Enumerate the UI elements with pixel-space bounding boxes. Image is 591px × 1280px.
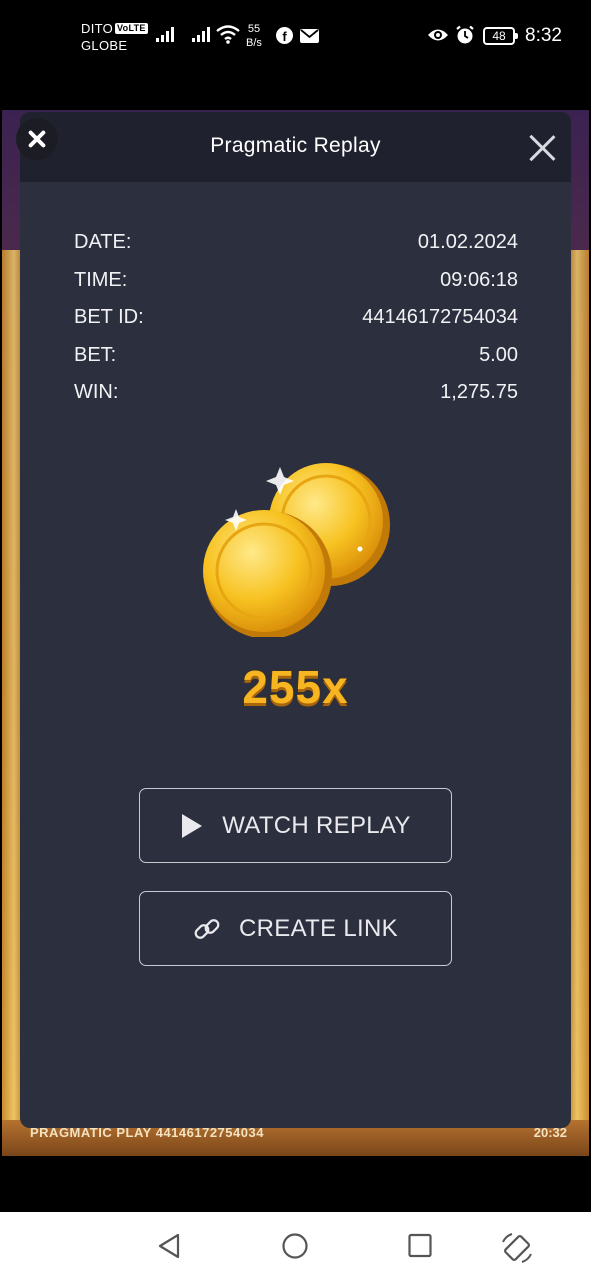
wifi-icon xyxy=(216,25,240,44)
detail-label: WIN: xyxy=(74,381,119,403)
mail-icon xyxy=(300,29,319,43)
carrier-info: DITO VoLTE GLOBE xyxy=(81,20,148,54)
carrier-primary: DITO xyxy=(81,21,114,36)
watch-replay-button[interactable]: WATCH REPLAY xyxy=(139,788,452,863)
system-navigation-bar xyxy=(0,1212,591,1280)
bet-details: DATE: 01.02.2024 TIME: 09:06:18 BET ID: … xyxy=(74,228,518,416)
status-bar: DITO VoLTE GLOBE 55 B/s f 48 8:32 xyxy=(0,0,591,110)
signal-icon xyxy=(156,27,174,42)
dialog-title: Pragmatic Replay xyxy=(210,134,381,157)
close-icon[interactable] xyxy=(16,118,58,160)
detail-value: 01.02.2024 xyxy=(417,231,518,253)
play-icon xyxy=(180,813,204,839)
recent-apps-icon[interactable] xyxy=(407,1232,433,1260)
network-speed-value: 55 xyxy=(247,23,261,35)
detail-row-bet-id: BET ID: 44146172754034 xyxy=(74,303,518,341)
replay-dialog: Pragmatic Replay DATE: 01.02.2024 TIME: … xyxy=(20,112,571,1128)
volte-badge: VoLTE xyxy=(115,23,148,34)
create-link-label: CREATE LINK xyxy=(239,914,398,942)
alarm-icon xyxy=(456,25,474,44)
carrier-secondary: GLOBE xyxy=(81,38,128,53)
detail-row-win: WIN: 1,275.75 xyxy=(74,378,518,416)
rotate-screen-icon[interactable] xyxy=(500,1232,534,1264)
clock: 8:32 xyxy=(525,25,562,46)
eye-icon xyxy=(428,29,448,41)
close-icon[interactable] xyxy=(525,130,559,164)
detail-value: 1,275.75 xyxy=(440,381,518,403)
detail-value: 09:06:18 xyxy=(440,268,518,291)
detail-value: 44146172754034 xyxy=(362,306,518,328)
back-icon[interactable] xyxy=(156,1232,182,1260)
detail-row-time: TIME: 09:06:18 xyxy=(74,266,518,304)
watch-replay-label: WATCH REPLAY xyxy=(222,811,411,839)
detail-row-date: DATE: 01.02.2024 xyxy=(74,228,518,266)
detail-row-bet: BET: 5.00 xyxy=(74,341,518,379)
facebook-icon: f xyxy=(276,27,293,44)
network-speed-unit: B/s xyxy=(246,37,262,49)
detail-value: 5.00 xyxy=(479,343,518,366)
win-multiplier: 255x xyxy=(242,661,349,713)
detail-label: BET: xyxy=(74,343,117,366)
detail-label: TIME: xyxy=(74,268,128,291)
battery-indicator: 48 xyxy=(483,27,518,45)
link-icon xyxy=(193,915,221,943)
home-icon[interactable] xyxy=(281,1232,309,1260)
network-speed: 55 B/s xyxy=(246,22,262,50)
detail-label: BET ID: xyxy=(74,306,144,328)
detail-label: DATE: xyxy=(74,231,132,253)
dialog-header: Pragmatic Replay xyxy=(20,112,571,182)
create-link-button[interactable]: CREATE LINK xyxy=(139,891,452,966)
gold-coins-icon xyxy=(203,463,390,637)
signal-icon xyxy=(192,27,210,42)
